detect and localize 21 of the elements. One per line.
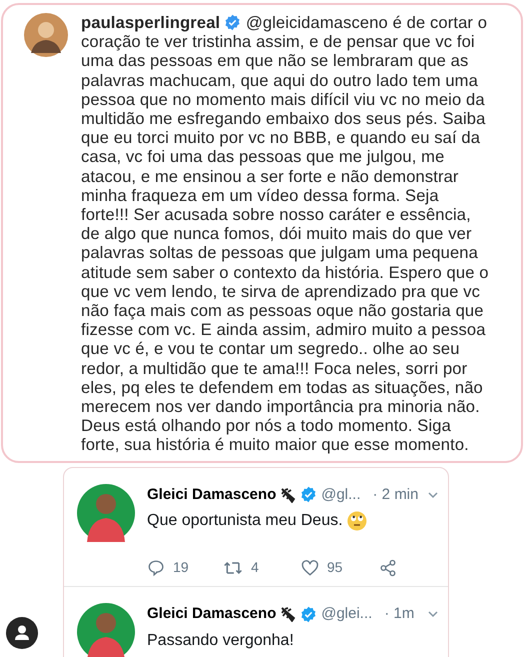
reply-count: 19: [173, 558, 189, 578]
tweet-text: Passando vergonha!: [147, 630, 294, 651]
tweet-time: · 1m: [384, 604, 414, 624]
avatar: [24, 13, 68, 57]
like-count: 95: [327, 558, 343, 578]
avatar: [77, 603, 135, 657]
profile-icon[interactable]: [6, 617, 38, 649]
author-handle[interactable]: @gl...: [321, 484, 361, 506]
feather-icon: [280, 486, 296, 503]
retweet-count: 4: [251, 558, 259, 578]
share-icon[interactable]: [379, 558, 397, 577]
tweet-text: Que oportunista meu Deus.: [147, 511, 343, 532]
author-name[interactable]: Gleici Damasceno: [147, 484, 276, 506]
tweet-time: · 2 min: [372, 484, 418, 505]
feather-icon: [280, 606, 296, 622]
heart-icon[interactable]: [301, 558, 319, 577]
comment-text: paulasperlingreal @gleicidamasceno é de cortar o coração te ver tristinha assim, e de pensar que vc foi uma das pessoas em que não se lembraram que as palavras machucam, que aqui do outro lado tem uma pessoa que no momento mais difícil viu vc no meio da multidão me esfregando embaixo dos seus pés. Saiba que eu torci muito por vc no BBB, e quando eu saí da casa, vc foi uma das pessoas que me julgou, me atacou, e me ensinou a ser forte e não demonstrar minha fraqueza em um vídeo dessa forma. Seja forte!!! Ser acusada sobre nosso caráter e essência, de algo que nunca fomos, dói muito mais do que ver palavras soltas de pessoas que julgam uma pequena atitude sem saber o contexto da história. Espero que o que vc vem lendo, te sirva de aprendizado pra que vc não faça mais com as pessoas oque não gostaria que fizesse com vc. E ainda assim, admiro muito a pessoa que vc é, e vou te contar um segredo.. olhe ao seu redor, a multidão que te ama!!! Foca neles, sorri por eles, pq eles te defendem em todas as situações, não merecem nos ver dando importância pra minoria não. Deus está olhando por nós a todo momento. Siga forte, sua história é muito maior que esse momento.: [81, 13, 490, 455]
author-handle[interactable]: @glei...: [321, 603, 372, 626]
avatar: [77, 484, 135, 542]
reply-icon[interactable]: [147, 558, 165, 577]
author-name[interactable]: Gleici Damasceno: [147, 603, 276, 626]
